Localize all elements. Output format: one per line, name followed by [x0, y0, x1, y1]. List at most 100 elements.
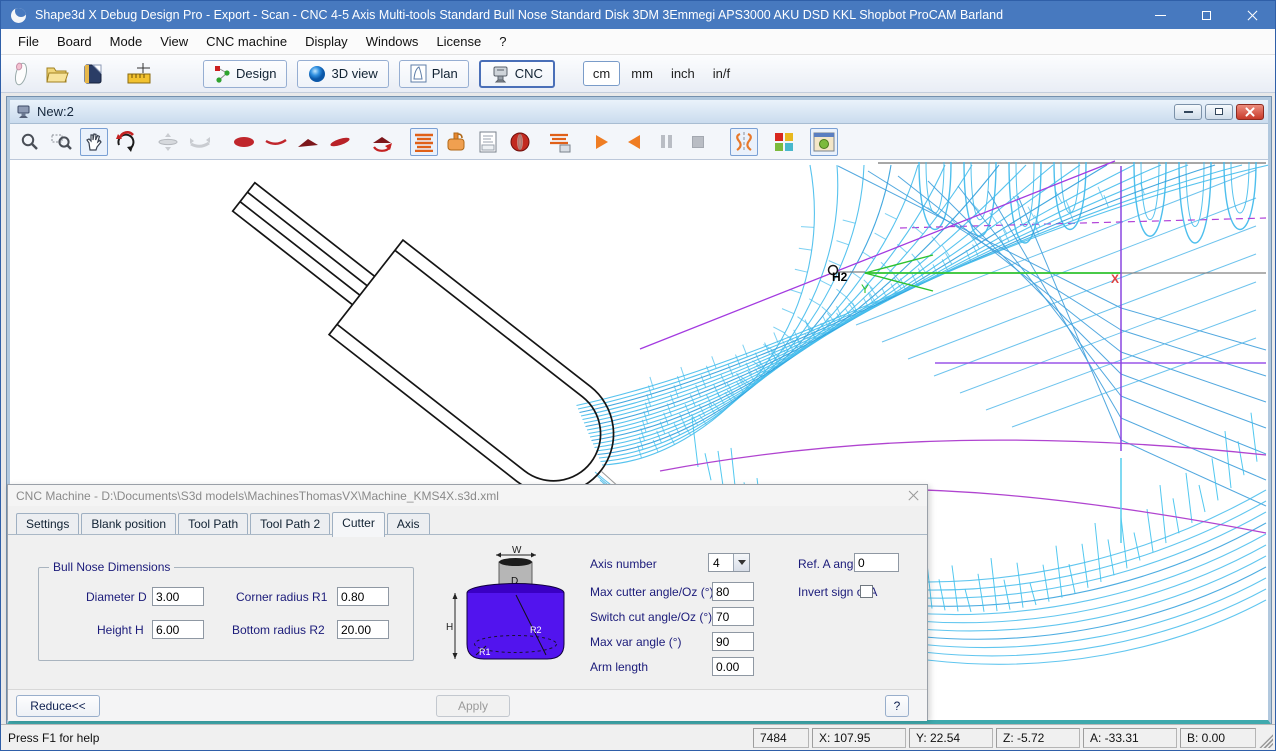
plan-icon — [410, 64, 427, 83]
diagram-w-label: W — [512, 545, 522, 556]
height-input[interactable] — [152, 620, 204, 639]
bottom-radius-input[interactable] — [337, 620, 389, 639]
zoom-window-button[interactable] — [48, 128, 76, 156]
flip-horizontal-button[interactable] — [154, 128, 182, 156]
plan-view-label: Plan — [432, 66, 458, 81]
board-tilted-button[interactable] — [326, 128, 354, 156]
reduce-button[interactable]: Reduce<< — [16, 695, 100, 717]
tab-blank-position[interactable]: Blank position — [81, 513, 176, 535]
close-icon — [1247, 10, 1258, 21]
cnc-icon — [491, 65, 510, 83]
menu-display[interactable]: Display — [296, 30, 357, 53]
invert-sign-checkbox[interactable] — [860, 585, 873, 598]
pause-button[interactable] — [652, 128, 680, 156]
board-flip-icon — [370, 131, 394, 153]
stop-icon — [692, 136, 704, 148]
play-button[interactable] — [588, 128, 616, 156]
tab-axis[interactable]: Axis — [387, 513, 430, 535]
bottom-radius-label: Bottom radius R2 — [232, 623, 325, 637]
board-deck-button[interactable] — [294, 128, 322, 156]
menu-mode[interactable]: Mode — [101, 30, 152, 53]
maximize-button[interactable] — [1183, 1, 1229, 29]
switch-cut-angle-label: Switch cut angle/Oz (°) — [590, 610, 712, 624]
board-tilted-icon — [328, 133, 352, 151]
unit-mm[interactable]: mm — [624, 62, 660, 85]
help-button[interactable]: ? — [885, 695, 909, 717]
menu-board[interactable]: Board — [48, 30, 101, 53]
menu-windows[interactable]: Windows — [357, 30, 428, 53]
menu-view[interactable]: View — [151, 30, 197, 53]
max-cutter-angle-input[interactable] — [712, 582, 754, 601]
axis-number-value: 4 — [709, 554, 733, 571]
pause-icon — [661, 135, 672, 148]
ref-a-angle-input[interactable] — [854, 553, 899, 572]
status-bar: Press F1 for help 7484 X: 107.95 Y: 22.5… — [1, 724, 1275, 750]
tab-tool-path[interactable]: Tool Path — [178, 513, 248, 535]
tab-cutter[interactable]: Cutter — [332, 512, 385, 537]
unit-inf[interactable]: in/f — [706, 62, 737, 85]
board-outline-button[interactable] — [262, 128, 290, 156]
bull-nose-group-title: Bull Nose Dimensions — [49, 560, 174, 574]
board-flip-button[interactable] — [368, 128, 396, 156]
new-board-button[interactable] — [5, 59, 37, 89]
tab-tool-path-2[interactable]: Tool Path 2 — [250, 513, 330, 535]
layer-colors-icon — [775, 133, 793, 151]
unit-inch[interactable]: inch — [664, 62, 702, 85]
play-reverse-button[interactable] — [620, 128, 648, 156]
mdi-restore-button[interactable] — [1205, 104, 1233, 120]
toolpath-button[interactable] — [410, 128, 438, 156]
design-view-button[interactable]: Design — [203, 60, 287, 88]
switch-cut-angle-input[interactable] — [712, 607, 754, 626]
close-button[interactable] — [1229, 1, 1275, 29]
resize-grip[interactable] — [1259, 728, 1273, 748]
status-help-text: Press F1 for help — [1, 731, 753, 745]
rotate-view-icon — [115, 131, 137, 153]
tool-speed-button[interactable] — [506, 128, 534, 156]
symmetry-button[interactable] — [730, 128, 758, 156]
mdi-restore-icon — [1215, 108, 1223, 115]
menu-license[interactable]: License — [427, 30, 490, 53]
measure-button[interactable] — [123, 59, 155, 89]
dialog-tabs: Settings Blank position Tool Path Tool P… — [16, 512, 432, 535]
cnc-view-button[interactable]: CNC — [479, 60, 555, 88]
axis-number-combo[interactable]: 4 — [708, 553, 750, 572]
arm-length-input[interactable] — [712, 657, 754, 676]
machine-head-button[interactable] — [442, 128, 470, 156]
stop-button[interactable] — [684, 128, 712, 156]
mdi-minimize-button[interactable] — [1174, 104, 1202, 120]
mdi-title-bar[interactable]: New:2 — [10, 100, 1268, 124]
pan-button[interactable] — [80, 128, 108, 156]
menu-file[interactable]: File — [9, 30, 48, 53]
layer-colors-button[interactable] — [770, 128, 798, 156]
save-button[interactable] — [77, 59, 109, 89]
gcode-file-icon — [478, 131, 498, 153]
combo-dropdown-button[interactable] — [733, 554, 749, 571]
corner-radius-input[interactable] — [337, 587, 389, 606]
rotate-view-button[interactable] — [112, 128, 140, 156]
mdi-close-button[interactable] — [1236, 104, 1264, 120]
window-title: Shape3d X Debug Design Pro - Export - Sc… — [35, 8, 1003, 22]
max-var-angle-input[interactable] — [712, 632, 754, 651]
menu-cnc-machine[interactable]: CNC machine — [197, 30, 296, 53]
board-bottom-button[interactable] — [230, 128, 258, 156]
minimize-button[interactable] — [1137, 1, 1183, 29]
3d-view-icon — [308, 65, 326, 83]
render-window-button[interactable] — [810, 128, 838, 156]
dialog-title: CNC Machine - D:\Documents\S3d models\Ma… — [16, 489, 499, 503]
unit-cm[interactable]: cm — [583, 61, 620, 86]
diameter-input[interactable] — [152, 587, 204, 606]
apply-button[interactable]: Apply — [436, 695, 510, 717]
plan-view-button[interactable]: Plan — [399, 60, 469, 88]
tab-settings[interactable]: Settings — [16, 513, 79, 535]
dialog-title-bar[interactable]: CNC Machine - D:\Documents\S3d models\Ma… — [8, 485, 927, 506]
open-file-button[interactable] — [41, 59, 73, 89]
3d-view-button[interactable]: 3D view — [297, 60, 388, 88]
menu-help[interactable]: ? — [490, 30, 515, 53]
dialog-close-icon[interactable] — [908, 490, 919, 501]
minimize-icon — [1155, 15, 1166, 16]
gcode-file-button[interactable] — [474, 128, 502, 156]
cnc-machine-dialog: CNC Machine - D:\Documents\S3d models\Ma… — [7, 484, 928, 720]
toolpath-simulation-button[interactable] — [546, 128, 574, 156]
flip-vertical-button[interactable] — [186, 128, 214, 156]
zoom-in-button[interactable] — [16, 128, 44, 156]
